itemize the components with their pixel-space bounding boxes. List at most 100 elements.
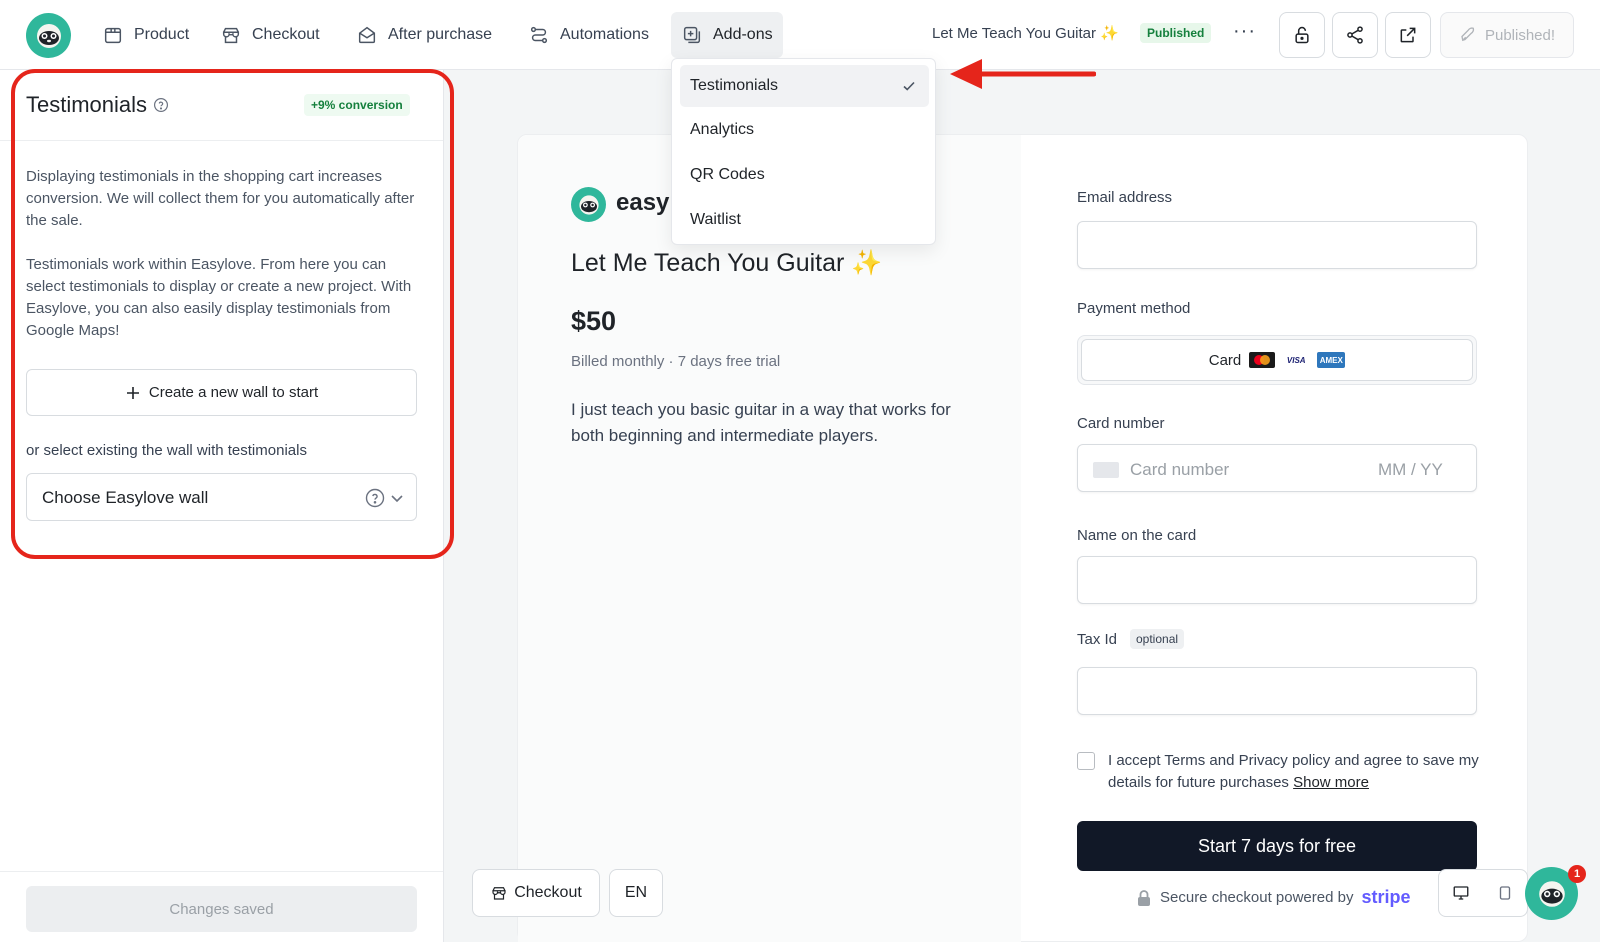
credit-card-icon xyxy=(1093,462,1119,478)
help-icon[interactable] xyxy=(153,97,169,113)
expiry-placeholder: MM / YY xyxy=(1378,460,1443,479)
sidebar-title-text: Testimonials xyxy=(26,92,148,117)
card-number-label: Card number xyxy=(1077,415,1165,432)
menu-item-label: QR Codes xyxy=(690,166,765,183)
terms-checkbox[interactable] xyxy=(1077,752,1095,770)
menu-item-waitlist[interactable]: Waitlist xyxy=(680,199,929,241)
share-icon xyxy=(1347,26,1363,44)
tax-id-field[interactable] xyxy=(1077,667,1477,715)
lock-icon xyxy=(1295,26,1309,44)
publish-button-label: Published! xyxy=(1484,26,1556,44)
email-label: Email address xyxy=(1077,189,1173,206)
more-options-button[interactable]: ··· xyxy=(1233,20,1256,43)
product-description: I just teach you basic guitar in a way t… xyxy=(571,400,951,445)
nav-add-ons-label: Add-ons xyxy=(713,26,773,43)
wall-select-value: Choose Easylove wall xyxy=(42,488,209,507)
brand-logo xyxy=(571,187,606,222)
nav-add-ons[interactable]: Add-ons xyxy=(671,12,783,58)
mail-open-icon xyxy=(358,26,376,44)
monitor-icon xyxy=(1453,886,1469,900)
flow-icon xyxy=(530,26,548,44)
menu-item-label: Analytics xyxy=(690,121,755,138)
brand-name: easy xyxy=(616,189,670,216)
payment-option-card[interactable]: Card VISA AMEX xyxy=(1081,339,1473,381)
name-on-card-label: Name on the card xyxy=(1077,527,1197,544)
wall-select[interactable]: Choose Easylove wall xyxy=(26,473,417,521)
menu-item-testimonials[interactable]: Testimonials xyxy=(680,65,929,107)
sidebar-footer: Changes saved xyxy=(0,871,443,942)
sloth-logo-icon xyxy=(1538,880,1565,907)
menu-item-label: Waitlist xyxy=(690,211,741,228)
desktop-view-button[interactable] xyxy=(1439,870,1483,916)
tax-id-label: Tax Id xyxy=(1077,631,1118,648)
status-badge: Published xyxy=(1140,23,1212,43)
menu-item-analytics[interactable]: Analytics xyxy=(680,109,929,151)
card-number-placeholder: Card number xyxy=(1130,460,1230,479)
checkout-view-label: Checkout xyxy=(514,884,582,901)
payment-option-label: Card xyxy=(1208,351,1242,369)
sidebar-title: Testimonials xyxy=(26,92,169,118)
stripe-logo: stripe xyxy=(1361,887,1411,907)
email-field[interactable] xyxy=(1077,221,1477,269)
nav-product-label: Product xyxy=(134,26,190,43)
optional-badge: optional xyxy=(1130,629,1185,649)
lock-button[interactable] xyxy=(1279,12,1325,58)
device-toggle xyxy=(1438,869,1528,917)
conversion-badge: +9% conversion xyxy=(304,94,410,116)
terms-text: I accept Terms and Privacy policy and ag… xyxy=(1108,750,1488,794)
secure-checkout: Secure checkout powered by stripe xyxy=(1136,887,1410,908)
product-price: $50 xyxy=(571,306,617,336)
chat-unread-badge: 1 xyxy=(1568,865,1586,883)
add-ons-menu: Testimonials Analytics QR Codes Waitlist xyxy=(671,58,936,245)
language-button[interactable]: EN xyxy=(609,869,663,917)
create-wall-label: Create a new wall to start xyxy=(148,384,319,401)
nav-product[interactable]: Product xyxy=(92,12,199,58)
share-button[interactable] xyxy=(1332,12,1378,58)
nav-checkout-label: Checkout xyxy=(252,26,320,43)
app-logo[interactable] xyxy=(26,13,71,58)
sidebar-description-2: Testimonials work within Easylove. From … xyxy=(26,256,412,339)
rocket-icon xyxy=(1461,27,1475,42)
create-wall-button[interactable]: Create a new wall to start xyxy=(26,369,417,416)
menu-item-label: Testimonials xyxy=(690,77,779,94)
nav-automations[interactable]: Automations xyxy=(518,12,659,58)
nav-checkout[interactable]: Checkout xyxy=(210,12,330,58)
card-number-field[interactable]: Card number MM / YY xyxy=(1077,444,1477,492)
store-icon xyxy=(492,887,506,900)
lock-icon xyxy=(1138,889,1150,906)
plus-icon xyxy=(126,386,139,399)
mastercard-icon xyxy=(1249,352,1276,368)
external-link-icon xyxy=(1400,27,1416,43)
sidebar-description: Displaying testimonials in the shopping … xyxy=(26,168,415,229)
billing-info: Billed monthly · 7 days free trial xyxy=(571,353,781,370)
changes-saved-button[interactable]: Changes saved xyxy=(26,886,417,932)
sidebar-header: Testimonials +9% conversion xyxy=(0,70,443,141)
tablet-icon xyxy=(1499,886,1511,900)
menu-item-qr-codes[interactable]: QR Codes xyxy=(680,154,929,196)
annotation-arrow-icon xyxy=(950,59,1096,89)
product-title: Let Me Teach You Guitar ✨ xyxy=(571,249,883,277)
check-icon xyxy=(903,81,915,91)
visa-icon: VISA xyxy=(1286,355,1306,365)
box-icon xyxy=(104,27,122,44)
open-external-button[interactable] xyxy=(1385,12,1431,58)
sidebar: Testimonials +9% conversion Displaying t… xyxy=(0,70,444,942)
payment-method-label: Payment method xyxy=(1077,300,1191,317)
show-more-link[interactable]: Show more xyxy=(1293,774,1369,791)
wall-select-label: or select existing the wall with testimo… xyxy=(26,442,307,459)
checkout-view-button[interactable]: Checkout xyxy=(472,869,600,917)
start-trial-button[interactable]: Start 7 days for free xyxy=(1077,821,1477,871)
nav-after-purchase[interactable]: After purchase xyxy=(346,12,502,58)
chevron-down-icon xyxy=(391,495,403,503)
help-icon[interactable] xyxy=(365,488,385,508)
amex-icon: AMEX xyxy=(1317,352,1346,368)
nav-after-purchase-label: After purchase xyxy=(388,26,493,43)
payment-method-selector: Card VISA AMEX xyxy=(1077,335,1477,385)
sloth-logo-icon xyxy=(578,194,599,215)
nav-automations-label: Automations xyxy=(560,26,649,43)
publish-button[interactable]: Published! xyxy=(1440,12,1574,58)
name-on-card-field[interactable] xyxy=(1077,556,1477,604)
sloth-logo-icon xyxy=(36,23,61,48)
mobile-view-button[interactable] xyxy=(1483,870,1527,916)
plus-square-icon xyxy=(683,26,701,44)
